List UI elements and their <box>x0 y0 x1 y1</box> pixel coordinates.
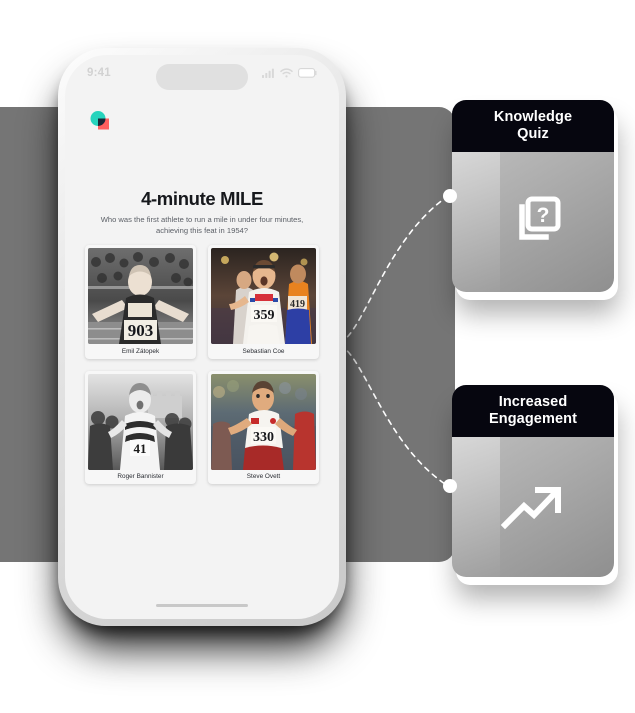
wifi-icon <box>280 68 293 78</box>
answer-label: Roger Bannister <box>117 473 164 480</box>
answer-label: Sebastian Coe <box>242 347 285 355</box>
svg-text:41: 41 <box>134 441 147 456</box>
dynamic-island <box>156 64 248 90</box>
answer-option-sebastian-coe[interactable]: 419 359 Sebastian Coe <box>208 245 319 359</box>
answer-photo: 419 359 <box>211 248 316 344</box>
question-cards-icon: ? <box>452 152 614 292</box>
connector-dot-knowledge-quiz <box>443 189 457 203</box>
card-header: Increased Engagement <box>452 385 614 437</box>
answer-option-emil-zatopek[interactable]: 903 Emil Zátopek <box>85 245 196 359</box>
svg-text:330: 330 <box>253 430 274 445</box>
app-logo <box>87 108 115 136</box>
answer-label: Emil Zátopek <box>121 347 160 355</box>
svg-text:903: 903 <box>128 321 154 340</box>
feature-card-knowledge-quiz[interactable]: Knowledge Quiz ? <box>452 100 614 292</box>
phone-frame: 9:41 4-minute MILE Who was the first ath… <box>58 48 346 626</box>
card-header: Knowledge Quiz <box>452 100 614 152</box>
connector-dot-increased-engagement <box>443 479 457 493</box>
battery-icon <box>298 68 317 78</box>
status-time: 9:41 <box>87 67 111 79</box>
answer-photo: 903 <box>88 248 193 344</box>
signal-bars-icon <box>262 68 274 78</box>
trending-up-arrow-icon <box>452 437 614 577</box>
quiz-question: Who was the first athlete to run a mile … <box>100 215 304 235</box>
phone-screen: 9:41 4-minute MILE Who was the first ath… <box>65 55 339 619</box>
card-title: Knowledge Quiz <box>493 108 573 142</box>
card-title: Increased Engagement <box>488 393 577 427</box>
phone-mockup: 9:41 4-minute MILE Who was the first ath… <box>58 48 346 626</box>
svg-text:419: 419 <box>290 299 305 310</box>
answer-option-roger-bannister[interactable]: 41 Roger Bannister <box>85 370 196 484</box>
feature-card-increased-engagement[interactable]: Increased Engagement <box>452 385 614 577</box>
answer-label: Steve Ovett <box>246 473 281 480</box>
page-title: 4-minute MILE <box>141 188 263 209</box>
svg-text:?: ? <box>537 204 550 227</box>
status-icons <box>262 68 317 78</box>
home-indicator <box>156 603 248 607</box>
answer-grid: 903 Emil Zátopek 419 359 Sebastian Coe 4… <box>85 245 319 484</box>
diagram-canvas: Knowledge Quiz ? Increased Engagement 9:… <box>0 0 635 713</box>
answer-option-steve-ovett[interactable]: 330 Steve Ovett <box>208 370 319 484</box>
answer-photo: 41 <box>88 373 193 470</box>
answer-photo: 330 <box>211 373 316 470</box>
svg-text:359: 359 <box>254 308 275 323</box>
